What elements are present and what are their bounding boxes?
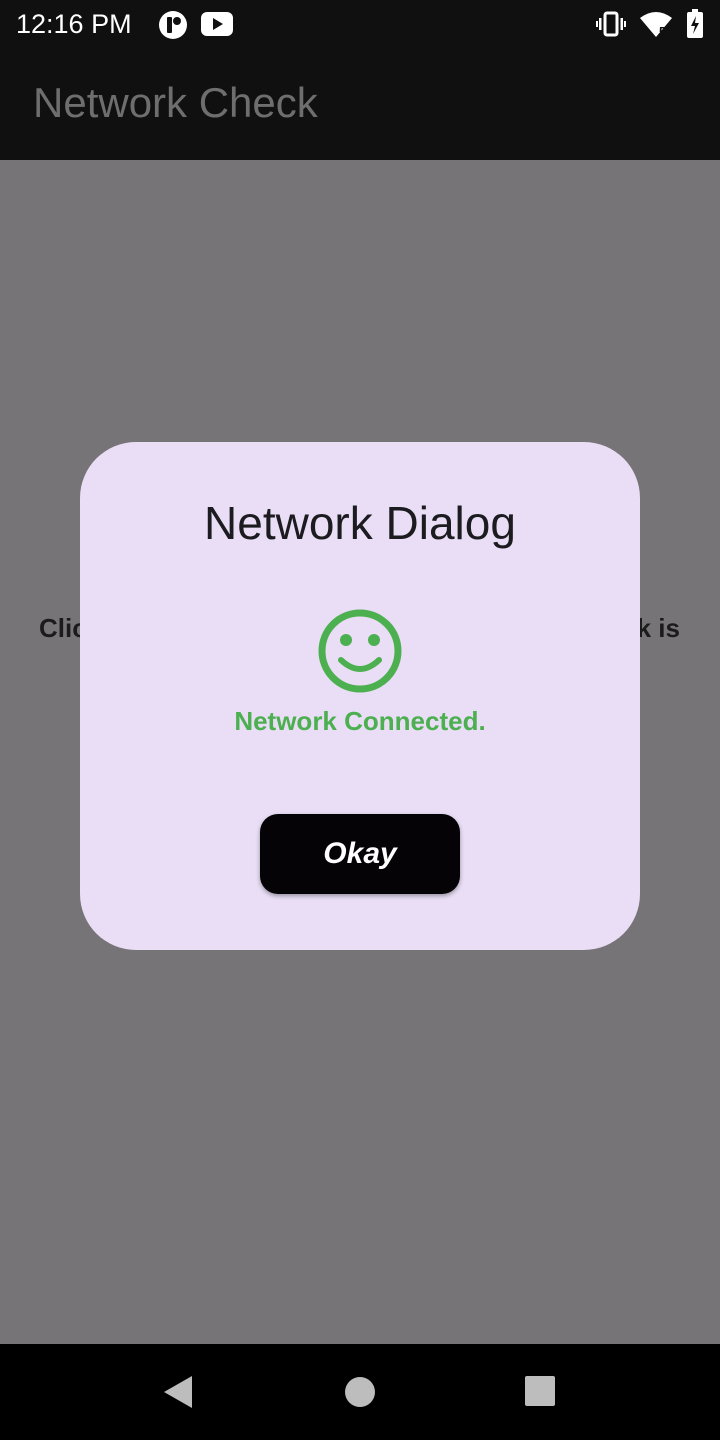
okay-button[interactable]: Okay (260, 814, 460, 894)
home-icon[interactable] (342, 1374, 378, 1410)
navigation-bar (0, 1344, 720, 1440)
vibrate-icon (596, 11, 626, 37)
status-bar: 12:16 PM 5 (0, 0, 720, 48)
app-notification-icon (158, 10, 188, 40)
okay-button-label: Okay (323, 837, 397, 870)
network-dialog: Network Dialog Network Connected. Okay (80, 442, 640, 950)
youtube-icon (201, 12, 233, 36)
dialog-title: Network Dialog (204, 497, 516, 549)
status-time: 12:16 PM (16, 9, 132, 39)
network-status-message: Network Connected. (234, 706, 486, 736)
smiley-icon (317, 608, 403, 694)
wifi-icon: 5 (639, 10, 673, 38)
screen: 12:16 PM 5 Network Check Clic k is Netwo… (0, 0, 720, 1440)
app-title: Network Check (33, 79, 318, 126)
recents-icon[interactable] (523, 1374, 559, 1410)
background-text-right: k is (636, 613, 680, 643)
wifi-badge: 5 (659, 24, 666, 38)
back-icon[interactable] (160, 1374, 196, 1410)
app-bar: Network Check (0, 48, 720, 160)
battery-charging-icon (686, 9, 704, 39)
